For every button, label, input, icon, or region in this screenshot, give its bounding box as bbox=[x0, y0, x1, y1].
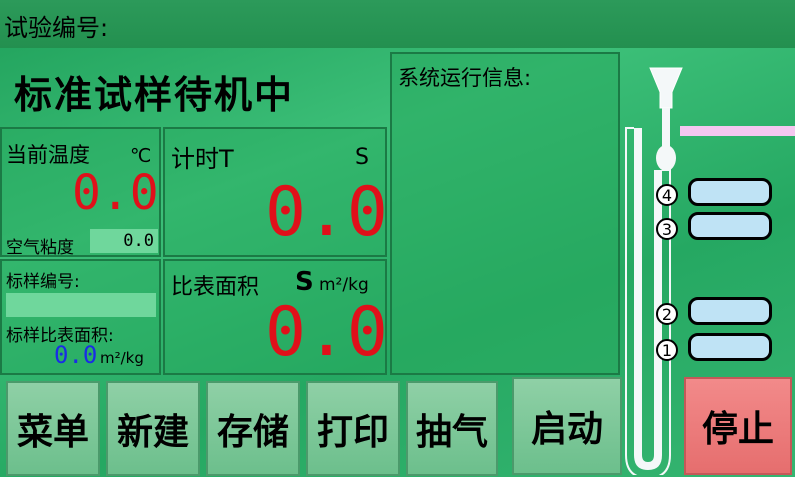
air-viscosity-field: 0.0 bbox=[90, 229, 158, 253]
status-title: 标准试样待机中 bbox=[14, 72, 295, 117]
specific-surface-label: 比表面积 bbox=[171, 275, 260, 300]
temperature-unit: ℃ bbox=[130, 145, 152, 167]
tube-outline bbox=[625, 127, 671, 475]
tube-u-pipe bbox=[634, 128, 662, 470]
marker-1-slot bbox=[688, 333, 772, 361]
marker-2: 2 bbox=[656, 303, 678, 325]
marker-3-slot bbox=[688, 212, 772, 240]
sample-number-input[interactable] bbox=[6, 293, 156, 317]
start-button[interactable]: 启动 bbox=[512, 377, 622, 475]
sample-number-label: 标样编号: bbox=[6, 272, 80, 292]
marker-3: 3 bbox=[656, 218, 678, 240]
test-number-label: 试验编号: bbox=[4, 14, 109, 42]
sample-panel: 标样编号: 标样比表面积: 0.0 m²/kg bbox=[0, 259, 161, 375]
temperature-value: 0.0 bbox=[72, 165, 159, 221]
timer-label: 计时T bbox=[171, 145, 234, 173]
timer-panel: 计时T S 0.0 bbox=[163, 127, 388, 257]
temperature-panel: 当前温度 ℃ 0.0 空气粘度 0.0 bbox=[0, 127, 161, 258]
tube-upper-stem bbox=[662, 108, 670, 146]
air-viscosity-value: 0.0 bbox=[123, 231, 154, 251]
specific-surface-unit: m²/kg bbox=[319, 275, 369, 295]
system-info-panel: 系统运行信息: bbox=[390, 52, 620, 375]
menu-button[interactable]: 菜单 bbox=[6, 381, 100, 476]
marker-2-slot bbox=[688, 297, 772, 325]
timer-value: 0.0 bbox=[265, 173, 388, 252]
stop-button[interactable]: 停止 bbox=[684, 377, 792, 475]
system-info-title: 系统运行信息: bbox=[398, 66, 532, 90]
marker-4: 4 bbox=[656, 184, 678, 206]
marker-4-slot bbox=[688, 178, 772, 206]
air-viscosity-label: 空气粘度 bbox=[6, 238, 74, 258]
pump-button[interactable]: 抽气 bbox=[406, 381, 498, 476]
marker-1: 1 bbox=[656, 339, 678, 361]
print-button[interactable]: 打印 bbox=[306, 381, 400, 476]
specific-surface-panel: 比表面积 S m²/kg 0.0 bbox=[163, 259, 388, 375]
sample-surface-unit: m²/kg bbox=[100, 349, 144, 367]
title-bar: 试验编号: bbox=[0, 0, 795, 48]
save-button[interactable]: 存储 bbox=[206, 381, 300, 476]
tube-bulb bbox=[656, 145, 676, 171]
new-button[interactable]: 新建 bbox=[106, 381, 200, 476]
sample-surface-value: 0.0 bbox=[54, 341, 98, 369]
tube-side-pipe bbox=[680, 126, 795, 136]
timer-unit: S bbox=[355, 145, 369, 170]
tube-funnel bbox=[649, 67, 683, 109]
specific-surface-value: 0.0 bbox=[265, 293, 388, 372]
